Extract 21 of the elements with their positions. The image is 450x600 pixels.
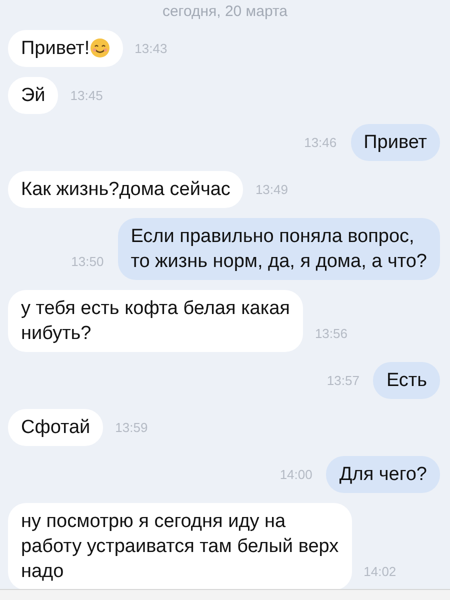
incoming-message: у тебя есть кофта белая какая нибуть? (8, 290, 303, 352)
incoming-message: Как жизнь?дома сейчас (8, 170, 244, 208)
message-time: 13:59 (115, 419, 148, 437)
outgoing-message: Если правильно поняла вопрос, то жизнь норм, да, я дома, а что? (118, 218, 440, 280)
message-time: 13:57 (326, 372, 360, 390)
message-time: 13:46 (304, 134, 337, 152)
outgoing-message: Есть (373, 362, 440, 398)
message-time: 14:02 (364, 563, 396, 581)
outgoing-message: Для чего? (326, 456, 440, 492)
message-time: 13:56 (314, 325, 348, 343)
outgoing-message: Привет (350, 124, 440, 160)
message-time: 14:00 (280, 466, 312, 484)
message-time: 13:50 (71, 253, 104, 271)
message-time: 13:43 (134, 40, 168, 58)
incoming-message: Эй (8, 76, 58, 114)
incoming-message: Сфотай (8, 408, 104, 446)
incoming-message: ну посмотрю я сегодня иду на работу устраиватся там белый верх надо (8, 502, 352, 590)
message-time: 13:49 (255, 181, 288, 199)
message-time: 13:45 (70, 87, 103, 105)
incoming-message: Привет! (8, 30, 123, 66)
date-divider: сегодня, 20 марта (162, 2, 288, 22)
